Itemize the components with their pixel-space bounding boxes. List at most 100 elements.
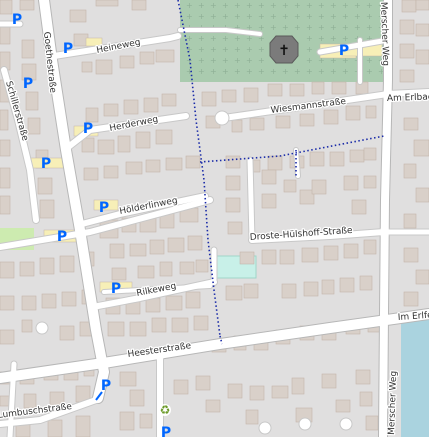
grave-cross-icon: +	[282, 12, 289, 21]
building	[39, 199, 55, 219]
grave-cross-icon: +	[210, 1, 217, 10]
grave-cross-icon: +	[294, 1, 301, 10]
building	[103, 165, 119, 179]
building	[345, 105, 361, 121]
building	[59, 255, 75, 273]
building	[415, 0, 429, 11]
building	[19, 261, 35, 277]
parking-icon[interactable]: P	[83, 121, 93, 137]
building	[193, 315, 209, 331]
building	[311, 179, 327, 195]
building	[0, 195, 11, 215]
grave-cross-icon: +	[342, 12, 349, 21]
building	[179, 261, 195, 275]
grave-cross-icon: +	[222, 12, 229, 21]
building	[173, 379, 189, 395]
building	[415, 23, 429, 37]
grave-cross-icon: +	[342, 34, 349, 43]
parking-icon[interactable]: P	[23, 76, 33, 92]
building	[399, 43, 415, 59]
grave-cross-icon: +	[198, 45, 205, 54]
building	[363, 175, 377, 189]
map-canvas[interactable]: + + + + + + + + + + + + + + + + + + + + + + + + + + + + + + + + + + + + + + + +…	[0, 0, 429, 437]
building	[119, 371, 137, 387]
road[interactable]	[247, 157, 255, 243]
building	[267, 83, 283, 97]
recycling-icon: ♻	[160, 403, 171, 417]
grave-cross-icon: +	[366, 12, 373, 21]
building	[365, 415, 379, 431]
building	[37, 177, 53, 195]
building	[143, 97, 159, 113]
building	[261, 169, 277, 185]
building	[95, 0, 119, 7]
building	[167, 237, 185, 253]
parking-icon[interactable]: P	[63, 41, 73, 57]
parking-icon[interactable]: P	[339, 43, 349, 59]
map-svg[interactable]: + + + + + + + + + + + + + + + + + + + + + + + + + + + + + + + + + + + + + + + +…	[0, 0, 429, 437]
chapel[interactable]: ✝	[269, 35, 299, 64]
grave-cross-icon: +	[306, 56, 313, 65]
grave-cross-icon: +	[222, 67, 229, 76]
building	[25, 91, 39, 111]
parking-icon[interactable]: P	[57, 229, 67, 245]
parking-icon[interactable]: P	[111, 281, 121, 297]
grave-cross-icon: +	[210, 67, 217, 76]
building	[331, 81, 347, 95]
grave-cross-icon: +	[234, 45, 241, 54]
grave-cross-icon: +	[294, 23, 301, 32]
building	[221, 89, 237, 103]
grave-cross-icon: +	[306, 67, 313, 76]
building	[403, 213, 417, 229]
grave-cross-icon: +	[258, 67, 265, 76]
building	[41, 293, 57, 309]
canal-water	[401, 318, 429, 437]
parking-icon[interactable]: P	[101, 378, 111, 394]
building	[339, 277, 355, 293]
grave-cross-icon: +	[354, 12, 361, 21]
grave-cross-icon: +	[222, 1, 229, 10]
parking-icon[interactable]: P	[41, 156, 51, 172]
grave-cross-icon: +	[318, 23, 325, 32]
building	[139, 413, 153, 429]
building	[309, 151, 325, 167]
building	[95, 59, 113, 75]
building	[227, 383, 243, 399]
grave-cross-icon: +	[330, 12, 337, 21]
building	[281, 283, 297, 299]
building	[0, 261, 15, 279]
grave-cross-icon: +	[234, 1, 241, 10]
building	[349, 149, 365, 163]
building	[311, 81, 325, 95]
grave-cross-icon: +	[258, 23, 265, 32]
parking-icon[interactable]: P	[99, 200, 109, 216]
building	[123, 99, 139, 115]
building	[129, 243, 147, 257]
building	[403, 247, 419, 263]
building	[161, 93, 177, 107]
label-am-erlbach: Am Erlbac	[387, 92, 429, 104]
building	[0, 167, 11, 189]
building	[131, 0, 147, 11]
road[interactable]	[379, 310, 388, 437]
grave-cross-icon: +	[210, 56, 217, 65]
building	[335, 399, 351, 413]
building	[125, 161, 143, 175]
building	[151, 317, 167, 333]
building	[187, 235, 203, 251]
parking-icon[interactable]: P	[161, 425, 171, 437]
building	[69, 9, 87, 23]
building	[243, 87, 259, 103]
building	[321, 279, 335, 295]
building	[413, 139, 429, 157]
grave-cross-icon: +	[282, 1, 289, 10]
parking-icon[interactable]: P	[12, 12, 22, 28]
grave-cross-icon: +	[306, 45, 313, 54]
recycling-point[interactable]: ♻	[159, 403, 171, 417]
building	[109, 243, 125, 259]
building	[185, 155, 201, 169]
building	[267, 155, 283, 171]
building	[403, 163, 417, 179]
building	[415, 49, 429, 65]
building	[291, 377, 305, 395]
